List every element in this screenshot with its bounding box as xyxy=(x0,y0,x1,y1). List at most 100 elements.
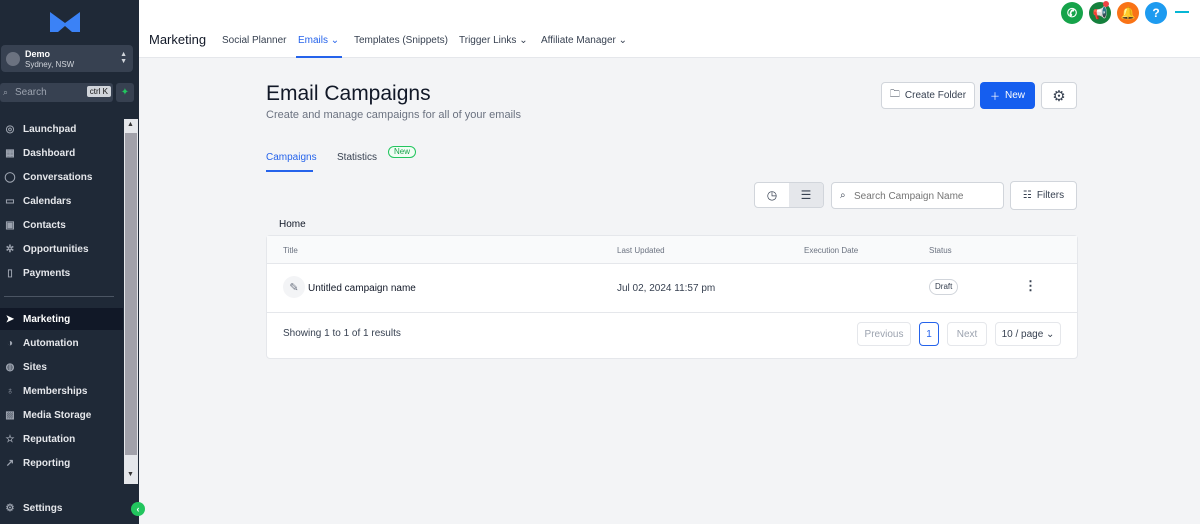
folder-icon: 🗀 xyxy=(889,89,900,100)
sidebar-item-reporting[interactable]: ↗ Reporting xyxy=(0,452,123,474)
results-summary: Showing 1 to 1 of 1 results xyxy=(283,328,401,339)
column-header-title[interactable]: Title xyxy=(283,246,298,255)
sidebar-search[interactable]: ⌕ Search ctrl K xyxy=(0,83,113,102)
filters-label: Filters xyxy=(1036,190,1065,201)
previous-page-button[interactable]: Previous xyxy=(857,322,911,346)
page-title: Email Campaigns xyxy=(266,82,431,105)
more-options-icon[interactable]: ⋮ xyxy=(1024,278,1037,294)
bell-icon[interactable]: 🔔 xyxy=(1117,2,1139,24)
page-subtitle: Create and manage campaigns for all of y… xyxy=(266,109,521,121)
sidebar-item-label: Media Storage xyxy=(23,409,92,421)
table-row[interactable]: ✎ Untitled campaign name Jul 02, 2024 11… xyxy=(267,264,1077,313)
breadcrumb[interactable]: Home xyxy=(279,219,306,230)
edit-icon[interactable]: ✎ xyxy=(283,276,305,298)
tab-campaigns[interactable]: Campaigns xyxy=(266,152,317,163)
new-badge: New xyxy=(388,146,417,158)
clock-icon[interactable]: ◷ xyxy=(755,183,789,207)
column-header-status[interactable]: Status xyxy=(929,246,952,255)
column-header-execution-date[interactable]: Execution Date xyxy=(804,246,858,255)
search-input[interactable] xyxy=(854,188,999,204)
filter-icon: ☷ xyxy=(1022,190,1032,201)
tab-templates[interactable]: Templates (Snippets) xyxy=(354,35,448,46)
launchpad-icon: ◎ xyxy=(5,123,15,135)
sidebar-item-marketing[interactable]: ➤ Marketing xyxy=(0,308,123,330)
sidebar-item-launchpad[interactable]: ◎ Launchpad xyxy=(0,118,123,140)
help-icon[interactable]: ? xyxy=(1145,2,1167,24)
sidebar-item-label: Memberships xyxy=(23,385,88,397)
chart-icon: ↗ xyxy=(5,457,15,469)
status-badge: Draft xyxy=(929,279,959,295)
image-icon: ▨ xyxy=(5,409,15,421)
globe-icon: ◍ xyxy=(5,361,15,373)
status-indicator xyxy=(1175,11,1189,13)
sidebar-item-opportunities[interactable]: ✲ Opportunities xyxy=(0,238,123,260)
star-icon: ☆ xyxy=(5,433,15,445)
new-label: New xyxy=(1004,90,1025,101)
sidebar-item-reputation[interactable]: ☆ Reputation xyxy=(0,428,123,450)
sidebar-item-memberships[interactable]: ♁ Memberships xyxy=(0,380,123,402)
create-folder-label: Create Folder xyxy=(904,90,967,101)
sidebar-item-payments[interactable]: ▯ Payments xyxy=(0,262,123,284)
new-button[interactable]: ＋ New xyxy=(980,82,1035,109)
page-number-button[interactable]: 1 xyxy=(919,322,939,346)
scrollbar-thumb[interactable] xyxy=(125,133,137,455)
gear-icon: ⚙ xyxy=(5,502,15,514)
sidebar-divider xyxy=(4,296,114,297)
page-size-select[interactable]: 10 / page ⌄ xyxy=(995,322,1061,346)
quick-action-button[interactable]: ✦ xyxy=(116,83,134,102)
sidebar-item-label: Calendars xyxy=(23,195,72,207)
tab-trigger-links[interactable]: Trigger Links ⌄ xyxy=(459,35,528,46)
avatar xyxy=(6,52,20,66)
tab-emails[interactable]: Emails ⌄ xyxy=(298,35,339,46)
sidebar-item-label: Settings xyxy=(23,502,63,514)
sidebar-item-conversations[interactable]: ◯ Conversations xyxy=(0,166,123,188)
sidebar-item-label: Reporting xyxy=(23,457,71,469)
sidebar-item-label: Opportunities xyxy=(23,243,89,255)
table-header: Title Last Updated Execution Date Status xyxy=(267,236,1077,264)
sidebar-item-label: Marketing xyxy=(23,313,71,325)
tab-social-planner[interactable]: Social Planner xyxy=(222,35,286,46)
tab-affiliate-manager[interactable]: Affiliate Manager ⌄ xyxy=(541,35,627,46)
gear-icon: ⚙ xyxy=(1052,87,1066,105)
sidebar-item-media-storage[interactable]: ▨ Media Storage xyxy=(0,404,123,426)
dashboard-icon: ▦ xyxy=(5,147,15,159)
sidebar-item-label: Automation xyxy=(23,337,79,349)
sidebar-item-sites[interactable]: ◍ Sites xyxy=(0,356,123,378)
column-header-last-updated[interactable]: Last Updated xyxy=(617,246,665,255)
filters-button[interactable]: ☷ Filters xyxy=(1010,181,1077,210)
account-name: Demo xyxy=(25,49,51,59)
next-page-button[interactable]: Next xyxy=(947,322,987,346)
campaign-title[interactable]: Untitled campaign name xyxy=(308,283,416,294)
sidebar-item-dashboard[interactable]: ▦ Dashboard xyxy=(0,142,123,164)
chevron-updown-icon: ▲ ▼ xyxy=(120,51,127,65)
scroll-down-icon[interactable]: ▼ xyxy=(127,471,134,478)
page-section-title: Marketing xyxy=(149,32,207,47)
sidebar-item-label: Launchpad xyxy=(23,123,77,135)
account-location: Sydney, NSW xyxy=(25,60,75,69)
logo-icon xyxy=(50,12,80,32)
top-header: Marketing Social Planner Emails ⌄ Templa… xyxy=(139,0,1200,58)
sidebar-item-automation[interactable]: ◑ Automation xyxy=(0,332,123,354)
sidebar-scrollbar[interactable]: ▲ ▼ xyxy=(124,119,138,484)
collapse-sidebar-button[interactable]: ‹ xyxy=(131,502,145,516)
phone-icon[interactable]: ✆ xyxy=(1061,2,1083,24)
sidebar-item-calendars[interactable]: ▭ Calendars xyxy=(0,190,123,212)
view-toggle: ◷ ☰ xyxy=(754,182,824,208)
sidebar-item-contacts[interactable]: ▣ Contacts xyxy=(0,214,123,236)
settings-button[interactable]: ⚙ xyxy=(1041,82,1077,109)
campaigns-table: Title Last Updated Execution Date Status… xyxy=(266,235,1078,359)
sidebar-item-label: Contacts xyxy=(23,219,66,231)
active-tab-indicator xyxy=(266,170,313,172)
sidebar-item-label: Payments xyxy=(23,267,71,279)
search-shortcut: ctrl K xyxy=(86,86,111,97)
create-folder-button[interactable]: 🗀 Create Folder xyxy=(881,82,975,109)
list-view-icon[interactable]: ☰ xyxy=(789,183,823,207)
campaign-search[interactable]: ⌕ xyxy=(831,182,1004,209)
scroll-up-icon[interactable]: ▲ xyxy=(127,121,134,128)
sidebar-item-settings[interactable]: ⚙ Settings xyxy=(0,497,123,519)
notification-dot xyxy=(1103,1,1109,7)
tab-statistics[interactable]: Statistics xyxy=(337,152,377,163)
sidebar-search-label: Search xyxy=(15,87,47,98)
sidebar-item-label: Conversations xyxy=(23,171,93,183)
account-switcher[interactable]: Demo Sydney, NSW ▲ ▼ xyxy=(1,45,133,72)
